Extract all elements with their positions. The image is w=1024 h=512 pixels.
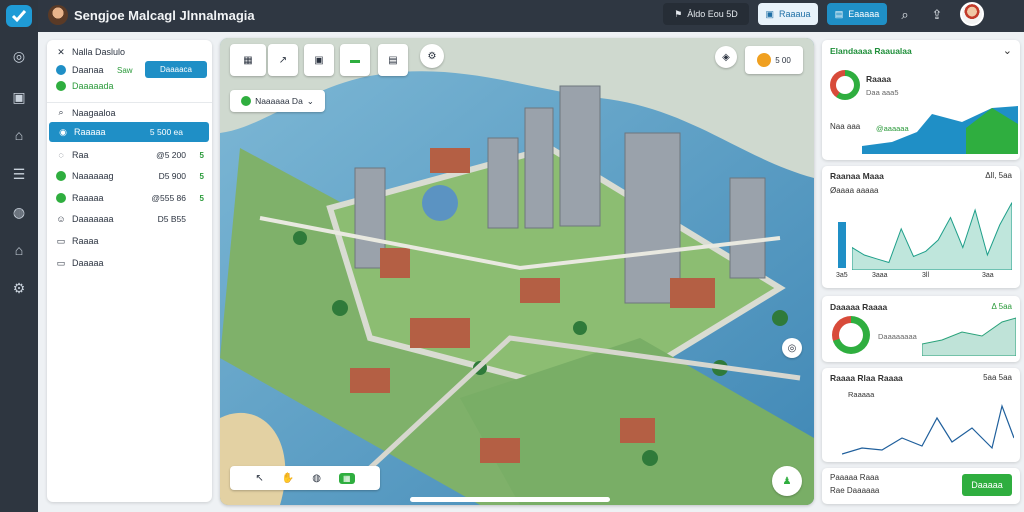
locate-button[interactable]: ◎ <box>782 338 802 358</box>
primary-button-1[interactable]: ▣ Raaaua <box>758 3 818 25</box>
grid-icon: ▤ <box>388 54 398 66</box>
area-chart <box>862 106 1018 154</box>
image-icon: ▬ <box>350 54 360 66</box>
series-area <box>852 202 1012 270</box>
list-item[interactable]: Naaaaaag D5 900 5 <box>47 166 212 186</box>
home-icon[interactable]: ⌂ <box>8 239 30 261</box>
layer-tool-5[interactable]: ▤ <box>378 44 408 76</box>
status-dot-icon <box>55 192 67 204</box>
chevron-down-icon: ⌄ <box>306 95 314 106</box>
gear-icon: ⚙ <box>427 50 437 62</box>
left-panel: ✕ Nalla Daslulo Daanaa Saw Daaaaca Daaaaa… <box>47 40 212 502</box>
action-panel: Paaaaa Raaa Rae Daaaaaa Daaaaa <box>822 468 1020 504</box>
map-scrollbar[interactable] <box>410 497 610 502</box>
left-rail: ◎ ▣ ⌂ ☰ ◍ ⌂ ⚙ <box>0 0 38 512</box>
spike-line-chart <box>852 202 1012 270</box>
layer-tool-3[interactable]: ▣ <box>304 44 334 76</box>
street-view-button[interactable]: ♟ <box>772 466 802 496</box>
overview-panel: Elandaaaa Raaualaa ⌄ Raaaa Daa aaa5 Naa … <box>822 40 1020 160</box>
panel-heading: ✕ Nalla Daslulo <box>47 42 212 62</box>
layer-tool-1[interactable]: ▦ <box>230 44 266 76</box>
list-item[interactable]: Raaaaa @555 86 5 <box>47 188 212 208</box>
settings-icon[interactable]: ⚙ <box>8 277 30 299</box>
building-icon: ▣ <box>314 54 324 66</box>
status-panel: Daaaaa Raaaa Δ 5aa Daaaaaaaa <box>822 296 1020 362</box>
list-item[interactable]: ◉ Raaaaa 5 500 ea <box>49 122 209 142</box>
profile-avatar[interactable] <box>960 2 984 26</box>
document-icon: ▤ <box>834 8 844 19</box>
list-item[interactable]: ☺ Daaaaaaa D5 B55 <box>47 209 212 229</box>
map-bottom-toolbar[interactable]: ↖ ✋ ◍ ▦ <box>230 466 380 490</box>
hand-icon[interactable]: ✋ <box>282 473 294 484</box>
globe-icon[interactable]: ◍ <box>8 201 30 223</box>
box-icon: ▭ <box>56 257 66 268</box>
marker-icon <box>757 53 772 67</box>
pin-icon: ◌ <box>58 150 64 160</box>
map-mode-button[interactable]: ▦ <box>339 472 355 484</box>
globe-icon[interactable]: ◍ <box>312 473 321 484</box>
donut-chart <box>832 316 870 354</box>
location-pin-icon <box>241 96 252 106</box>
layer-tool-4[interactable]: ▬ <box>340 44 370 76</box>
status-dot-icon <box>55 64 67 76</box>
search-field[interactable]: ⌕ Naagaaloa <box>47 102 212 122</box>
area-chart <box>922 317 1016 356</box>
layer-tool-2[interactable]: ↗ <box>268 44 298 76</box>
signal-icon: ⚑ <box>674 8 683 19</box>
search-icon: ⌕ <box>58 107 64 117</box>
compass-icon: ◈ <box>722 51 730 63</box>
donut-chart <box>830 70 860 100</box>
top-bar: Sengjoe Malcagl Jlnnalmagia ⚑ Àldo Eou 5D… <box>38 0 1024 32</box>
status-dot-icon <box>55 170 67 182</box>
export-icon[interactable]: ⇪ <box>928 6 946 24</box>
status-indicator[interactable]: ⚑ Àldo Eou 5D <box>663 3 749 25</box>
folder-icon: ▭ <box>56 235 66 246</box>
city-map-view[interactable]: ▦ ↗ ▣ ▬ ▤ ⚙ Naaaaaa Da ⌄ ◈ 5 00 ◎ ↖ ✋ ◍ ▦ … <box>220 38 814 505</box>
compass-button[interactable]: ◈ <box>715 46 737 68</box>
app-logo-icon[interactable] <box>6 5 32 27</box>
layers-icon[interactable]: ◎ <box>8 45 30 67</box>
page-title: Sengjoe Malcagl Jlnnalmagia <box>74 8 255 23</box>
location-select[interactable]: Naaaaaa Da ⌄ <box>230 90 325 112</box>
chevron-down-icon[interactable]: ⌄ <box>1003 44 1012 57</box>
line-chart <box>842 403 1014 455</box>
submit-button[interactable]: Daaaaa <box>962 474 1012 496</box>
zoom-control[interactable]: 5 00 <box>745 46 803 74</box>
filter-row-2[interactable]: Daaaaada <box>47 76 212 96</box>
cursor-icon[interactable]: ↖ <box>255 473 263 484</box>
target-icon: ◎ <box>787 342 797 354</box>
map-settings-button[interactable]: ⚙ <box>420 44 444 68</box>
trend-panel: Raanaa Maaa Δll, 5aa Øaaaa aaaaa 3a5 3aa… <box>822 166 1020 288</box>
list-item[interactable]: ▭ Raaaa <box>47 231 212 251</box>
badge-icon: ◉ <box>59 126 67 137</box>
person-icon: ♟ <box>782 475 792 487</box>
map-icon: ▦ <box>243 54 253 66</box>
list-item[interactable]: ◌ Raa @5 200 5 <box>47 145 212 165</box>
list-icon[interactable]: ☰ <box>8 163 30 185</box>
chart-icon[interactable]: ▣ <box>8 86 30 108</box>
person-icon: ☺ <box>56 214 66 224</box>
bar-mark <box>838 222 846 268</box>
building-icon[interactable]: ⌂ <box>8 124 30 146</box>
trend-panel-2: Raaaa Rlaa Raaaa 5aa 5aa Raaaaa <box>822 368 1020 462</box>
search-icon[interactable]: ⌕ <box>896 6 914 24</box>
primary-button-2[interactable]: ▤ Eaaaaa <box>827 3 887 25</box>
user-avatar[interactable] <box>48 5 68 25</box>
list-item[interactable]: ▭ Daaaaa <box>47 253 212 273</box>
close-icon[interactable]: ✕ <box>55 46 67 58</box>
user-icon: ▣ <box>765 8 774 19</box>
route-icon: ↗ <box>278 54 288 66</box>
status-dot-icon <box>55 80 67 92</box>
